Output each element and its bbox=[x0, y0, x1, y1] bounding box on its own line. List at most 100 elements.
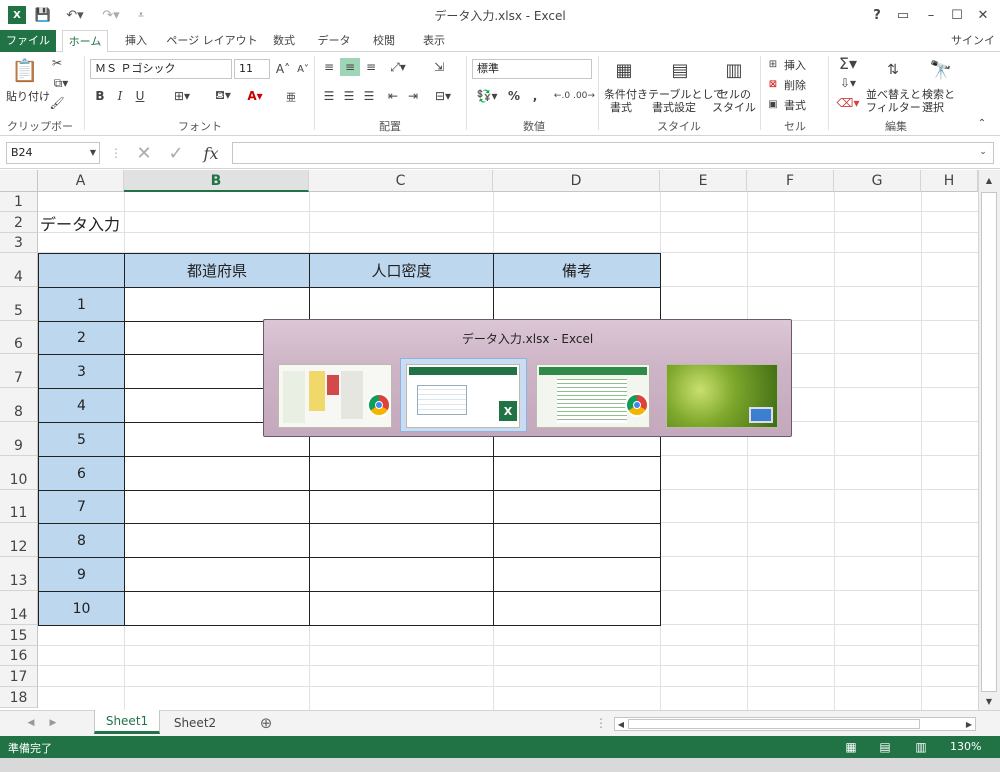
bold-button[interactable]: B bbox=[92, 87, 108, 105]
column-header-f[interactable]: F bbox=[747, 170, 834, 192]
find-select-icon[interactable]: 🔭 bbox=[928, 56, 954, 84]
column-header-a[interactable]: A bbox=[38, 170, 124, 192]
collapse-ribbon-icon[interactable]: ⌃ bbox=[974, 116, 990, 130]
row-header[interactable]: 14 bbox=[0, 591, 38, 625]
paste-button[interactable]: 貼り付け bbox=[6, 88, 50, 104]
insert-cells-icon[interactable]: ⊞ bbox=[766, 56, 780, 72]
table-cell[interactable] bbox=[124, 523, 310, 558]
horizontal-scroll-thumb[interactable] bbox=[628, 719, 920, 729]
worksheet-grid[interactable]: A B C D E F G H ▲ ▼ 1 2 3 4 5 6 7 8 9 10… bbox=[0, 170, 1000, 710]
grow-font-icon[interactable]: A˄ bbox=[274, 59, 292, 79]
align-bottom-icon[interactable]: ≡ bbox=[362, 58, 380, 76]
wrap-text-icon[interactable]: ⇲ bbox=[430, 58, 448, 76]
tab-page-layout[interactable]: ページ レイアウト bbox=[166, 30, 258, 52]
table-header-population-density[interactable]: 人口密度 bbox=[309, 253, 494, 288]
table-row-number[interactable]: 4 bbox=[38, 388, 125, 423]
row-header[interactable]: 7 bbox=[0, 354, 38, 388]
ribbon-display-button[interactable]: ▭ bbox=[890, 4, 916, 26]
table-cell[interactable] bbox=[124, 490, 310, 524]
row-header[interactable]: 13 bbox=[0, 557, 38, 591]
delete-cells-button[interactable]: 削除 bbox=[784, 77, 806, 93]
expand-formula-bar-icon[interactable]: ⌄ bbox=[976, 145, 990, 159]
zoom-level[interactable]: 130% bbox=[950, 740, 981, 753]
column-header-g[interactable]: G bbox=[834, 170, 921, 192]
next-sheet-icon[interactable]: ▶ bbox=[46, 715, 60, 731]
scroll-up-icon[interactable]: ▲ bbox=[980, 172, 998, 188]
table-row-number[interactable]: 10 bbox=[38, 591, 125, 626]
table-cell[interactable] bbox=[493, 456, 661, 491]
page-layout-view-icon[interactable]: ▤ bbox=[876, 739, 894, 755]
orientation-icon[interactable]: ⤢▾ bbox=[386, 58, 410, 76]
number-format-combo[interactable]: 標準 bbox=[472, 59, 592, 79]
formula-input[interactable] bbox=[232, 142, 994, 164]
row-header[interactable]: 10 bbox=[0, 456, 38, 490]
switcher-thumbnail-excel[interactable]: X bbox=[406, 364, 520, 428]
currency-icon[interactable]: 💱▾ bbox=[474, 87, 500, 105]
table-cell[interactable] bbox=[309, 557, 494, 592]
cell-styles-line2[interactable]: スタイル bbox=[712, 99, 756, 115]
row-header[interactable]: 15 bbox=[0, 625, 38, 646]
font-color-icon[interactable]: A▾ bbox=[242, 87, 268, 105]
sheet-tab-sheet2[interactable]: Sheet2 bbox=[162, 711, 228, 735]
paste-icon[interactable]: 📋 bbox=[10, 56, 40, 86]
table-cell[interactable] bbox=[309, 591, 494, 626]
tab-formulas[interactable]: 数式 bbox=[264, 30, 304, 52]
table-cell[interactable] bbox=[124, 287, 310, 322]
align-right-icon[interactable]: ☰ bbox=[360, 87, 378, 105]
previous-sheet-icon[interactable]: ◀ bbox=[24, 715, 38, 731]
table-cell[interactable] bbox=[493, 287, 661, 322]
font-name-combo[interactable]: ＭＳ Ｐゴシック bbox=[90, 59, 232, 79]
merge-center-icon[interactable]: ⊟▾ bbox=[430, 87, 456, 105]
table-cell[interactable] bbox=[493, 523, 661, 558]
italic-button[interactable]: I bbox=[112, 87, 128, 105]
insert-cells-button[interactable]: 挿入 bbox=[784, 57, 806, 73]
row-header[interactable]: 16 bbox=[0, 646, 38, 666]
insert-function-button[interactable]: fx bbox=[198, 143, 224, 163]
align-center-icon[interactable]: ☰ bbox=[340, 87, 358, 105]
row-header[interactable]: 1 bbox=[0, 192, 38, 212]
shrink-font-icon[interactable]: A˅ bbox=[294, 59, 312, 79]
table-header-prefecture[interactable]: 都道府県 bbox=[124, 253, 310, 288]
column-header-b[interactable]: B bbox=[124, 170, 309, 192]
switcher-thumbnail-chrome-2[interactable] bbox=[536, 364, 650, 428]
row-header[interactable]: 2 bbox=[0, 212, 38, 233]
find-select-line2[interactable]: 選択 bbox=[922, 99, 944, 115]
minimize-button[interactable]: – bbox=[918, 4, 944, 26]
align-middle-icon[interactable]: ≡ bbox=[340, 58, 360, 76]
tab-review[interactable]: 校閲 bbox=[364, 30, 404, 52]
table-row-number[interactable]: 7 bbox=[38, 490, 125, 524]
row-header[interactable]: 5 bbox=[0, 287, 38, 321]
tab-view[interactable]: 表示 bbox=[412, 30, 456, 52]
format-painter-icon[interactable]: 🖌 bbox=[48, 94, 66, 112]
sheet-tab-sheet1[interactable]: Sheet1 bbox=[94, 710, 160, 734]
sheet-title-cell[interactable]: データ入力 bbox=[40, 212, 240, 234]
conditional-formatting-icon[interactable]: ▦ bbox=[610, 56, 638, 84]
sort-filter-line2[interactable]: フィルター bbox=[866, 99, 921, 115]
align-left-icon[interactable]: ☰ bbox=[320, 87, 338, 105]
cut-icon[interactable]: ✂ bbox=[48, 54, 66, 72]
table-cell[interactable] bbox=[309, 287, 494, 322]
column-header-d[interactable]: D bbox=[493, 170, 660, 192]
normal-view-icon[interactable]: ▦ bbox=[842, 739, 860, 755]
row-header[interactable]: 4 bbox=[0, 253, 38, 287]
tab-home[interactable]: ホーム bbox=[62, 30, 108, 53]
decrease-indent-icon[interactable]: ⇤ bbox=[384, 87, 402, 105]
row-header[interactable]: 8 bbox=[0, 388, 38, 422]
borders-icon[interactable]: ⊞▾ bbox=[170, 87, 194, 105]
format-cells-button[interactable]: 書式 bbox=[784, 97, 806, 113]
phonetic-icon[interactable]: 亜 bbox=[282, 87, 300, 105]
delete-cells-icon[interactable]: ⊠ bbox=[766, 76, 780, 92]
row-header[interactable]: 12 bbox=[0, 523, 38, 557]
conditional-formatting-line2[interactable]: 書式 bbox=[610, 99, 632, 115]
row-header[interactable]: 6 bbox=[0, 321, 38, 354]
close-button[interactable]: ✕ bbox=[970, 4, 996, 26]
table-row-number[interactable]: 8 bbox=[38, 523, 125, 558]
cell-styles-icon[interactable]: ▥ bbox=[720, 56, 748, 84]
switcher-thumbnail-chrome-1[interactable] bbox=[278, 364, 392, 428]
row-header[interactable]: 11 bbox=[0, 490, 38, 523]
row-header[interactable]: 3 bbox=[0, 233, 38, 253]
maximize-button[interactable]: ☐ bbox=[944, 4, 970, 26]
decrease-decimal-icon[interactable]: .00→ bbox=[573, 87, 595, 105]
fill-color-icon[interactable]: ⛾▾ bbox=[210, 87, 236, 105]
font-size-combo[interactable]: 11 bbox=[234, 59, 270, 79]
